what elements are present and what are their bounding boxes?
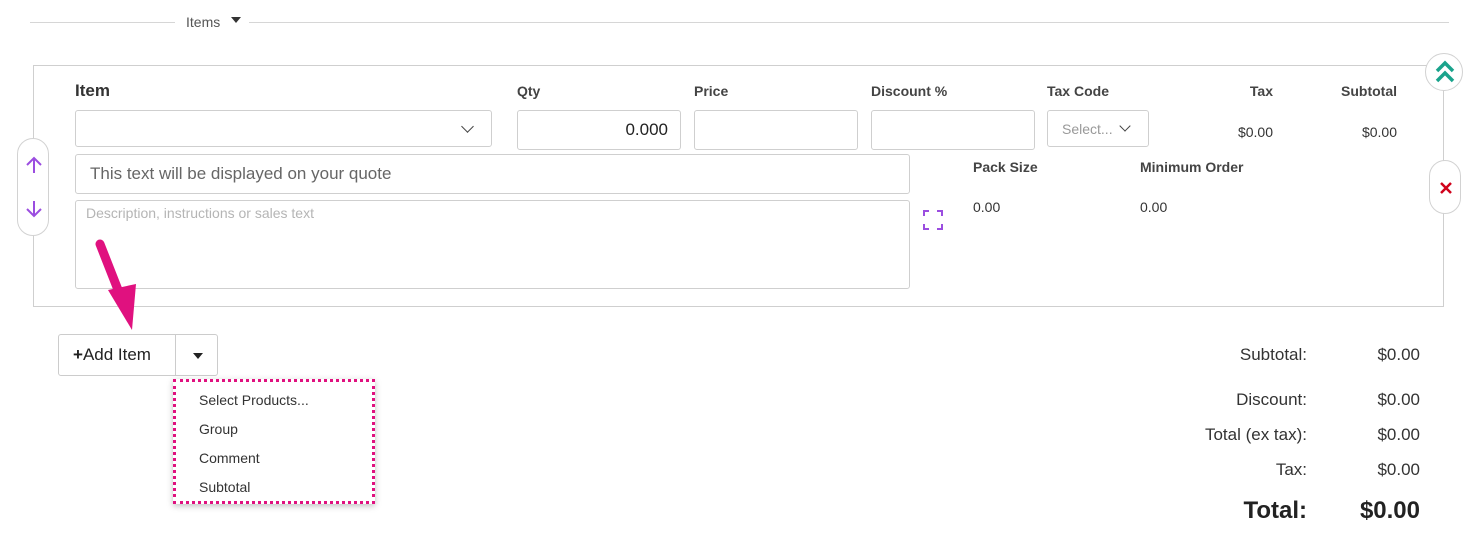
add-item-menu: Select Products... Group Comment Subtota… xyxy=(173,379,375,504)
annotation-arrow-icon xyxy=(95,239,136,330)
add-item-button[interactable]: +Add Item xyxy=(58,334,218,376)
expand-icon[interactable] xyxy=(923,210,943,230)
arrow-up-icon[interactable] xyxy=(24,155,44,175)
close-icon xyxy=(1440,182,1452,194)
tax-code-placeholder: Select... xyxy=(1062,120,1113,137)
plus-icon: + xyxy=(73,345,83,364)
caret-down-icon[interactable] xyxy=(193,353,203,359)
totals-ex-tax-value: $0.00 xyxy=(1377,425,1420,444)
totals-total-value: $0.00 xyxy=(1359,497,1420,524)
chevron-double-up-icon xyxy=(1435,60,1455,83)
totals-total-label: Total: xyxy=(1243,497,1307,524)
item-header: Item xyxy=(75,81,110,100)
totals-tax-value: $0.00 xyxy=(1377,460,1420,479)
discount-header: Discount % xyxy=(871,83,948,99)
section-title: Items xyxy=(186,14,221,30)
delete-line-button[interactable] xyxy=(1429,160,1461,214)
menu-item-group[interactable]: Group xyxy=(199,421,238,437)
collapse-button[interactable] xyxy=(1425,53,1463,91)
add-item-label: +Add Item xyxy=(73,345,151,365)
arrow-down-icon[interactable] xyxy=(24,199,44,219)
pack-size-value: 0.00 xyxy=(973,199,1001,215)
totals-subtotal-value: $0.00 xyxy=(1377,345,1420,364)
qty-value: 0.000 xyxy=(625,120,668,139)
item-select[interactable] xyxy=(75,110,492,147)
totals-discount-value: $0.00 xyxy=(1377,390,1420,409)
discount-input[interactable] xyxy=(871,110,1035,150)
chevron-down-icon xyxy=(1119,120,1131,132)
qty-header: Qty xyxy=(517,83,541,99)
tax-value: $0.00 xyxy=(1237,124,1273,140)
tax-code-select[interactable]: Select... xyxy=(1047,110,1149,147)
tax-code-header: Tax Code xyxy=(1047,83,1109,99)
totals-subtotal-label: Subtotal: xyxy=(1239,345,1307,364)
minimum-order-label: Minimum Order xyxy=(1140,159,1244,175)
section-caret-icon[interactable] xyxy=(231,17,241,23)
minimum-order-value: 0.00 xyxy=(1140,199,1168,215)
add-item-text: Add Item xyxy=(82,345,151,364)
section-divider-right xyxy=(249,22,1449,23)
section-divider-left xyxy=(30,22,175,23)
chevron-down-icon xyxy=(461,120,474,133)
price-input[interactable] xyxy=(694,110,858,150)
reorder-pill xyxy=(17,138,49,236)
menu-item-comment[interactable]: Comment xyxy=(199,450,260,466)
subtotal-header: Subtotal xyxy=(1341,83,1397,99)
totals-discount-label: Discount: xyxy=(1236,390,1307,409)
add-item-separator xyxy=(175,335,176,375)
menu-item-subtotal[interactable]: Subtotal xyxy=(199,479,250,495)
description-textarea[interactable]: Description, instructions or sales text xyxy=(75,200,910,289)
subtotal-value: $0.00 xyxy=(1361,124,1397,140)
quote-text-placeholder: This text will be displayed on your quot… xyxy=(90,164,392,183)
menu-item-select-products[interactable]: Select Products... xyxy=(199,392,309,408)
tax-header: Tax xyxy=(1249,83,1273,99)
qty-input[interactable]: 0.000 xyxy=(517,110,681,150)
quote-text-input[interactable]: This text will be displayed on your quot… xyxy=(75,154,910,194)
pack-size-label: Pack Size xyxy=(973,159,1038,175)
totals-ex-tax-label: Total (ex tax): xyxy=(1204,425,1307,444)
totals-tax-label: Tax: xyxy=(1275,460,1307,479)
description-placeholder: Description, instructions or sales text xyxy=(86,205,314,221)
price-header: Price xyxy=(694,83,729,99)
